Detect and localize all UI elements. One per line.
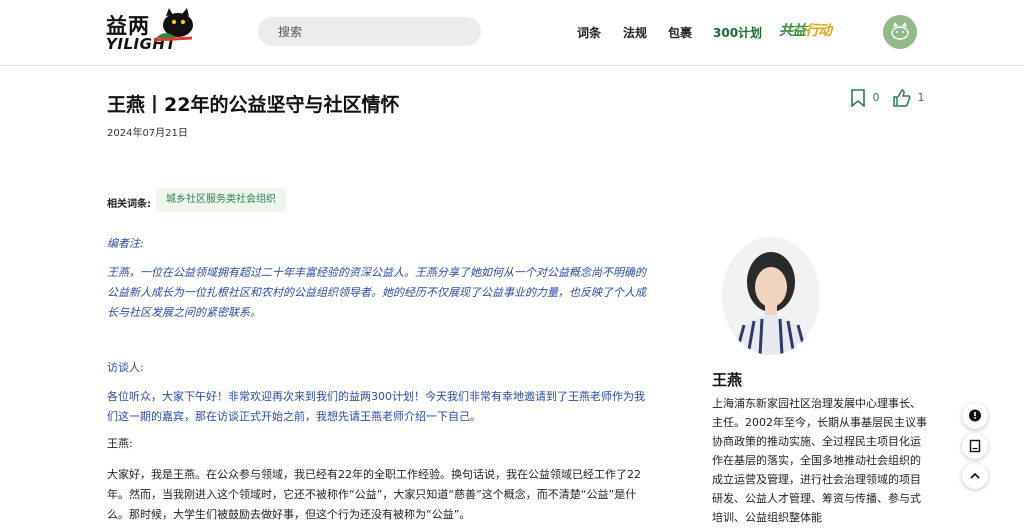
article-title: 王燕丨22年的公益坚守与社区情怀: [107, 94, 400, 116]
related-entries-label: 相关词条:: [107, 199, 151, 210]
campaign-text-part2: 行动: [805, 23, 832, 39]
profile-name: 王燕: [712, 371, 743, 389]
notes-button[interactable]: [962, 433, 988, 459]
bookmark-icon: [851, 89, 865, 108]
bookmark-button[interactable]: 0: [850, 89, 880, 108]
cat-avatar-icon: [891, 22, 909, 40]
feedback-button[interactable]: [962, 403, 988, 429]
cat-mascot-icon: [153, 8, 193, 42]
like-button[interactable]: 1: [893, 89, 925, 107]
nav-item-300-plan[interactable]: 300计划: [713, 24, 762, 41]
entry-tag[interactable]: 城乡社区服务类社会组织: [156, 188, 286, 212]
nav-item-regulations[interactable]: 法规: [623, 24, 647, 41]
editor-note-label: 编者注:: [107, 237, 144, 250]
top-navigation-bar: 益两 YILIGHT 搜索 词条 法规 包裹 300计划 共益行动: [0, 0, 1024, 66]
message-alert-icon: [969, 409, 981, 422]
profile-photo: [722, 237, 820, 355]
nav-item-packages[interactable]: 包裹: [668, 24, 692, 41]
interviewer-text: 各位听众，大家下午好！非常欢迎再次来到我们的益两300计划！今天我们非常有幸地邀…: [107, 390, 645, 423]
nav-item-entries[interactable]: 词条: [577, 24, 601, 41]
article-date: 2024年07月21日: [107, 128, 188, 139]
like-count: 1: [917, 91, 925, 104]
chevron-up-icon: [970, 472, 980, 479]
profile-bio: 上海浦东新家园社区治理发展中心理事长、主任。2002年至今，长期从事基层民主议事…: [712, 397, 927, 524]
editor-note-text: 王燕，一位在公益领域拥有超过二十年丰富经验的资深公益人。王燕分享了她如何从一个对…: [107, 266, 646, 319]
search-input[interactable]: 搜索: [258, 17, 481, 46]
bookmark-count: 0: [872, 91, 880, 104]
site-logo[interactable]: 益两 YILIGHT: [106, 8, 196, 56]
campaign-link[interactable]: 共益行动: [779, 20, 832, 40]
interviewer-label: 访谈人:: [107, 361, 144, 374]
speaker-label: 王燕:: [107, 437, 133, 450]
campaign-text-part1: 共益: [779, 23, 806, 39]
thumbs-up-icon: [893, 89, 911, 107]
book-icon: [969, 439, 981, 453]
search-placeholder: 搜索: [278, 25, 303, 39]
speaker-text: 大家好，我是王燕。在公众参与领域，我已经有22年的全职工作经验。换句话说，我在公…: [107, 468, 641, 521]
back-to-top-button[interactable]: [962, 463, 988, 489]
user-avatar[interactable]: [883, 15, 917, 49]
